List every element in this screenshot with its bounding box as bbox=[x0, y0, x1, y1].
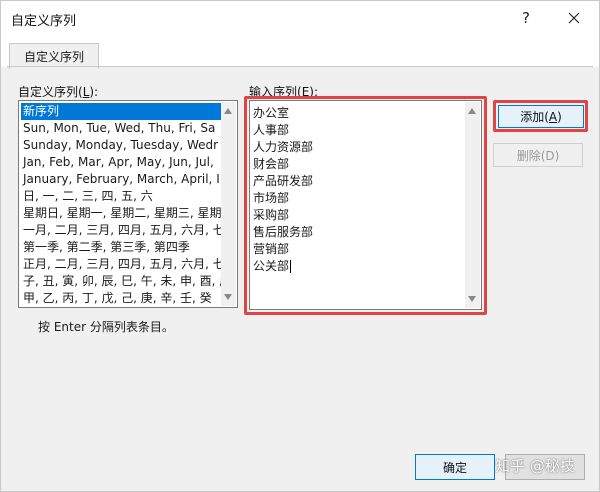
ok-button[interactable]: 确定 bbox=[415, 454, 495, 480]
text-caret bbox=[290, 260, 292, 273]
list-entries-scrollbar[interactable] bbox=[465, 102, 480, 308]
custom-list-item[interactable]: 甲, 乙, 丙, 丁, 戊, 己, 庚, 辛, 壬, 癸 bbox=[21, 290, 221, 307]
custom-list-item[interactable]: Sunday, Monday, Tuesday, Wedr bbox=[21, 137, 221, 154]
list-entry-line: 人力资源部 bbox=[253, 139, 453, 156]
custom-list-item[interactable]: 一月, 二月, 三月, 四月, 五月, 六月, 七 bbox=[21, 222, 221, 239]
scroll-down-icon[interactable] bbox=[468, 296, 476, 302]
custom-list-item[interactable]: 星期日, 星期一, 星期二, 星期三, 星期 bbox=[21, 205, 221, 222]
help-button[interactable]: ? bbox=[503, 4, 549, 32]
list-entry-text: 市场部 bbox=[253, 191, 290, 205]
custom-list-item[interactable]: 子, 丑, 寅, 卯, 辰, 巳, 午, 未, 申, 酉, 戌 bbox=[21, 273, 221, 290]
list-entry-line: 采购部 bbox=[253, 207, 453, 224]
delete-button-label: 删除(D) bbox=[516, 148, 560, 163]
title-bar: 自定义序列 ? bbox=[1, 1, 599, 35]
custom-list-item[interactable]: Jan, Feb, Mar, Apr, May, Jun, Jul, bbox=[21, 154, 221, 171]
custom-list-item[interactable]: January, February, March, April, I bbox=[21, 171, 221, 188]
list-entry-line: 产品研发部 bbox=[253, 173, 453, 190]
tab-panel-border bbox=[7, 66, 593, 67]
custom-lists-dialog: 自定义序列 ? 自定义序列 自定义序列(L): 新序列 Sun, Mon, Tue… bbox=[0, 0, 600, 492]
add-button-label-suffix: ) bbox=[557, 109, 562, 124]
list-entry-text: 人力资源部 bbox=[253, 140, 314, 154]
list-entries-textarea[interactable]: 办公室人事部人力资源部财会部产品研发部市场部采购部售后服务部营销部公关部 bbox=[249, 100, 482, 310]
ok-button-label: 确定 bbox=[442, 460, 467, 475]
list-entry-line: 公关部 bbox=[253, 258, 453, 275]
scroll-up-icon[interactable] bbox=[468, 108, 476, 114]
tab-label: 自定义序列 bbox=[23, 50, 84, 64]
custom-list-item[interactable]: Sun, Mon, Tue, Wed, Thu, Fri, Sa bbox=[21, 120, 221, 137]
add-button-label-prefix: 添加( bbox=[520, 110, 549, 124]
add-button-label-key: A bbox=[548, 109, 558, 124]
delete-button[interactable]: 删除(D) bbox=[493, 143, 583, 167]
list-entries-label-prefix: 输入序列( bbox=[249, 85, 302, 99]
custom-lists-label: 自定义序列(L): bbox=[18, 83, 98, 100]
add-button[interactable]: 添加(A) bbox=[498, 105, 584, 128]
list-entry-text: 办公室 bbox=[253, 106, 290, 120]
custom-list-item[interactable]: 正月, 二月, 三月, 四月, 五月, 六月, 七 bbox=[21, 256, 221, 273]
list-entry-text: 产品研发部 bbox=[253, 174, 314, 188]
custom-list-item[interactable]: 日, 一, 二, 三, 四, 五, 六 bbox=[21, 188, 221, 205]
list-entry-line: 售后服务部 bbox=[253, 224, 453, 241]
list-entry-line: 办公室 bbox=[253, 105, 453, 122]
list-entry-line: 财会部 bbox=[253, 156, 453, 173]
custom-lists-listbox[interactable]: 新序列 Sun, Mon, Tue, Wed, Thu, Fri, Sa Sunda… bbox=[18, 100, 238, 308]
list-entry-line: 营销部 bbox=[253, 241, 453, 258]
scroll-up-icon[interactable] bbox=[224, 108, 232, 114]
dialog-title: 自定义序列 bbox=[11, 14, 77, 29]
list-entries-lines: 办公室人事部人力资源部财会部产品研发部市场部采购部售后服务部营销部公关部 bbox=[253, 105, 453, 275]
list-entry-line: 市场部 bbox=[253, 190, 453, 207]
close-icon bbox=[568, 12, 580, 24]
custom-lists-label-suffix: ): bbox=[89, 85, 99, 99]
custom-lists-scrollbar[interactable] bbox=[221, 102, 236, 306]
help-icon: ? bbox=[522, 9, 530, 27]
custom-lists-label-prefix: 自定义序列( bbox=[18, 85, 83, 99]
watermark-text: 知乎 @秘技 bbox=[495, 457, 575, 475]
list-entries-label-suffix: ): bbox=[309, 85, 319, 99]
list-entry-line: 人事部 bbox=[253, 122, 453, 139]
list-entry-text: 人事部 bbox=[253, 123, 290, 137]
custom-list-item[interactable]: 新序列 bbox=[21, 103, 221, 120]
list-entry-text: 公关部 bbox=[253, 259, 290, 273]
tab-strip: 自定义序列 bbox=[1, 35, 599, 69]
list-entry-text: 售后服务部 bbox=[253, 225, 314, 239]
close-button[interactable] bbox=[551, 4, 597, 32]
list-entry-text: 财会部 bbox=[253, 157, 290, 171]
list-entry-text: 采购部 bbox=[253, 208, 290, 222]
list-entries-label: 输入序列(E): bbox=[249, 83, 318, 100]
list-entry-text: 营销部 bbox=[253, 242, 290, 256]
hint-text: 按 Enter 分隔列表条目。 bbox=[38, 320, 174, 334]
custom-list-item[interactable]: 第一季, 第二季, 第三季, 第四季 bbox=[21, 239, 221, 256]
custom-lists-items: 新序列 Sun, Mon, Tue, Wed, Thu, Fri, Sa Sunda… bbox=[21, 103, 221, 307]
scroll-down-icon[interactable] bbox=[224, 294, 232, 300]
